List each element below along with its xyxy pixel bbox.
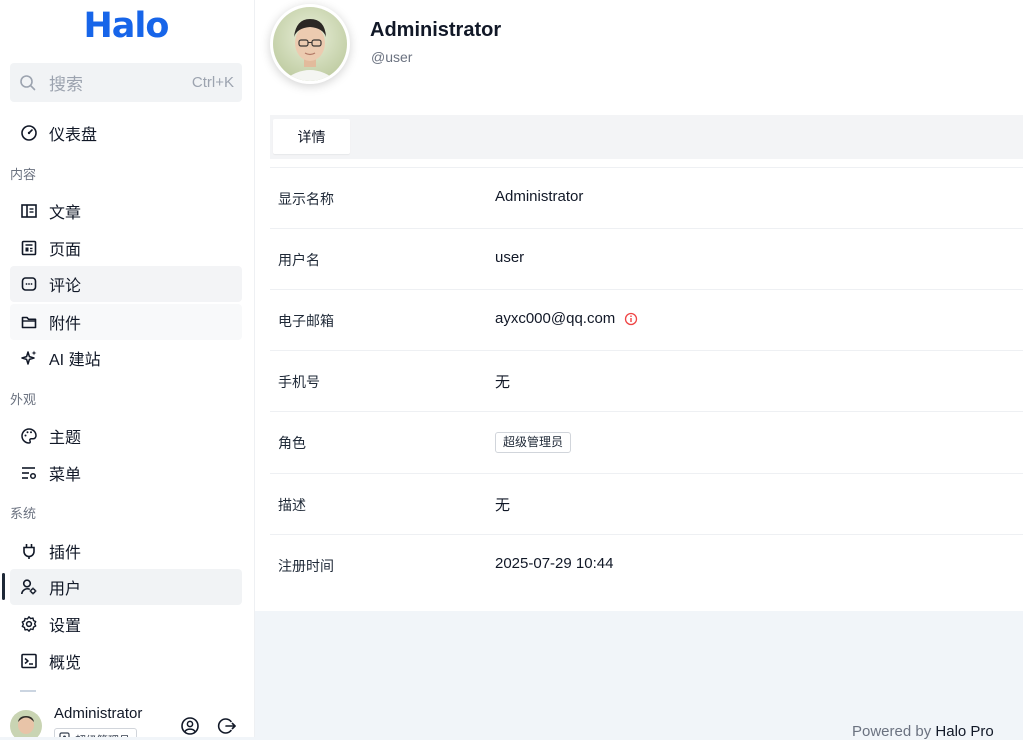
- detail-row-phone: 手机号 无: [270, 350, 1023, 411]
- detail-label: 用户名: [278, 252, 320, 268]
- hidden-nav-item-peek: [20, 690, 36, 692]
- detail-row-registered: 注册时间 2025-07-29 10:44: [270, 534, 1023, 595]
- gear-icon: [20, 615, 38, 633]
- detail-value-text: 无: [495, 497, 511, 514]
- sidebar-item-label: 附件: [49, 316, 82, 333]
- sidebar-item-users[interactable]: 用户: [10, 569, 242, 605]
- detail-label: 注册时间: [278, 558, 334, 574]
- footer-prefix: Powered by: [852, 723, 932, 740]
- tab-details[interactable]: 详情: [273, 119, 350, 154]
- current-user-role-badge: 超级管理员: [54, 728, 137, 737]
- search-box[interactable]: 搜索 Ctrl+K: [10, 63, 242, 102]
- sidebar-item-label: 概览: [49, 655, 82, 672]
- gauge-icon: [20, 124, 38, 142]
- sidebar-item-ai-site[interactable]: AI 建站: [10, 340, 242, 376]
- terminal-icon: [20, 652, 38, 670]
- folder-icon: [20, 313, 38, 331]
- active-indicator: [2, 573, 5, 600]
- sidebar-item-label: 评论: [49, 278, 82, 295]
- sidebar-item-label: 仪表盘: [49, 127, 98, 144]
- sidebar-item-plugins[interactable]: 插件: [10, 533, 242, 569]
- sidebar-item-overview[interactable]: 概览: [10, 643, 242, 679]
- detail-value-text: Administrator: [495, 188, 584, 205]
- detail-label: 手机号: [278, 374, 320, 390]
- footer-brand-link[interactable]: Halo Pro: [935, 723, 993, 740]
- user-avatar[interactable]: [270, 4, 350, 84]
- current-user-panel: Administrator 超级管理员: [0, 695, 254, 737]
- sidebar-item-label: 页面: [49, 242, 82, 259]
- chat-bubble-icon: [20, 275, 38, 293]
- sidebar-item-posts[interactable]: 文章: [10, 193, 242, 229]
- detail-row-email: 电子邮箱 ayxc000@qq.com: [270, 289, 1023, 350]
- page-layout-icon: [20, 239, 38, 257]
- detail-value-text: 无: [495, 374, 511, 391]
- email-unverified-info-icon[interactable]: [624, 312, 638, 326]
- detail-row-description: 描述 无: [270, 473, 1023, 534]
- sidebar-item-label: 菜单: [49, 467, 82, 484]
- user-handle: @user: [371, 49, 413, 65]
- search-icon: [19, 74, 37, 92]
- detail-row-username: 用户名 user: [270, 228, 1023, 289]
- powered-by-footer: Powered by Halo Pro: [852, 723, 994, 740]
- current-user-name: Administrator: [54, 705, 143, 722]
- detail-label: 电子邮箱: [278, 313, 334, 329]
- menu-settings-icon: [20, 464, 38, 482]
- sidebar-item-label: AI 建站: [49, 352, 101, 369]
- group-title-appearance: 外观: [10, 392, 37, 407]
- halo-logo[interactable]: Halo: [0, 4, 252, 48]
- sparkle-icon: [20, 349, 38, 367]
- sidebar-item-dashboard[interactable]: 仪表盘: [10, 115, 242, 151]
- user-settings-icon: [20, 578, 38, 596]
- current-user-role-label: 超级管理员: [75, 732, 130, 737]
- tab-bar: 详情: [270, 115, 1023, 159]
- role-tag[interactable]: 超级管理员: [495, 432, 572, 453]
- detail-value-text: 2025-07-29 10:44: [495, 555, 614, 572]
- detail-row-role: 角色 超级管理员: [270, 411, 1023, 472]
- sidebar-item-label: 插件: [49, 545, 82, 562]
- detail-value: 超级管理员: [495, 432, 572, 453]
- sidebar-item-label: 设置: [49, 618, 82, 635]
- book-icon: [20, 202, 38, 220]
- sidebar-item-label: 主题: [49, 430, 82, 447]
- search-placeholder: 搜索: [49, 75, 83, 94]
- palette-icon: [20, 427, 38, 445]
- detail-value: Administrator: [495, 188, 583, 205]
- user-display-name: Administrator: [370, 19, 502, 41]
- detail-value: 无: [495, 494, 510, 515]
- search-shortcut: Ctrl+K: [191, 74, 234, 91]
- detail-value: ayxc000@qq.com: [495, 310, 638, 327]
- detail-value: user: [495, 249, 524, 266]
- shield-icon: [59, 732, 70, 737]
- detail-label: 描述: [278, 497, 306, 513]
- group-title-system: 系统: [10, 506, 37, 521]
- detail-label: 角色: [278, 435, 306, 451]
- sidebar-item-pages[interactable]: 页面: [10, 230, 242, 266]
- plug-icon: [20, 542, 38, 560]
- detail-value: 2025-07-29 10:44: [495, 555, 613, 572]
- group-title-content: 内容: [10, 167, 37, 182]
- sidebar-item-label: 用户: [49, 581, 82, 598]
- sidebar-item-menus[interactable]: 菜单: [10, 455, 242, 491]
- user-avatar-small[interactable]: [10, 710, 42, 737]
- detail-value: 无: [495, 371, 510, 392]
- logout-icon[interactable]: [217, 716, 237, 736]
- detail-row-display-name: 显示名称 Administrator: [270, 167, 1023, 228]
- sidebar-item-comments[interactable]: 评论: [10, 266, 242, 302]
- detail-value-text: ayxc000@qq.com: [495, 310, 616, 327]
- profile-icon[interactable]: [180, 716, 200, 736]
- sidebar-item-settings[interactable]: 设置: [10, 606, 242, 642]
- sidebar-item-themes[interactable]: 主题: [10, 418, 242, 454]
- sidebar: Halo 搜索 Ctrl+K 仪表盘 内容 文章 页面 评论 附件 AI 建站 …: [0, 0, 255, 737]
- detail-label: 显示名称: [278, 191, 334, 207]
- sidebar-item-attachments[interactable]: 附件: [10, 304, 242, 340]
- sidebar-item-label: 文章: [49, 205, 82, 222]
- detail-value-text: user: [495, 249, 525, 266]
